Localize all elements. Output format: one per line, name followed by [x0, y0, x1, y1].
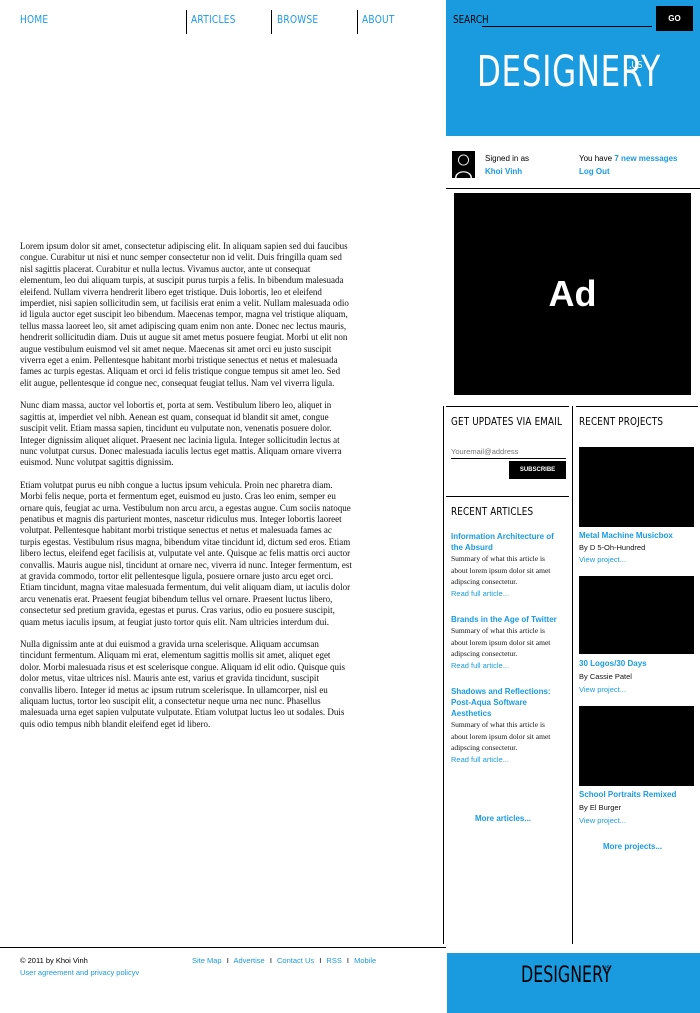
nav-divider: [271, 10, 272, 34]
header-panel: SEARCH GO DESIGNERY .US: [446, 0, 700, 136]
search-input[interactable]: [482, 10, 652, 27]
footer-link-rss[interactable]: RSS: [326, 956, 341, 965]
avatar[interactable]: [452, 151, 475, 178]
nav-divider: [186, 10, 187, 34]
nav-divider: [357, 10, 358, 34]
footer-link-contact[interactable]: Contact Us: [277, 956, 314, 965]
project-thumbnail[interactable]: [579, 447, 694, 527]
nav-home[interactable]: HOME: [20, 13, 48, 26]
divider: [446, 406, 569, 407]
footer-separator: I: [346, 956, 350, 965]
article-title-link[interactable]: Information Architecture of the Absurd: [451, 531, 563, 553]
subscribe-button[interactable]: SUBSCRIBE: [509, 461, 566, 479]
footer-separator: I: [269, 956, 272, 965]
divider: [446, 188, 700, 189]
footer-link-sitemap[interactable]: Site Map: [192, 956, 222, 965]
updates-title: GET UPDATES VIA EMAIL: [451, 415, 563, 428]
article-body: Lorem ipsum dolor sit amet, consectetur …: [20, 241, 352, 730]
footer-logo-suffix: US: [603, 965, 610, 972]
sidebar-left-border: [443, 406, 444, 944]
recent-articles-title: RECENT ARTICLES: [451, 505, 534, 518]
user-name-link[interactable]: Khoi Vinh: [485, 167, 522, 176]
article-summary: Summary of what this article is about lo…: [451, 554, 551, 586]
footer-separator: I: [226, 956, 229, 965]
read-article-link[interactable]: Read full article...: [451, 660, 563, 672]
logo-suffix: .US: [629, 60, 643, 71]
project-thumbnail[interactable]: [579, 706, 694, 786]
ad-block[interactable]: Ad: [454, 193, 691, 395]
footer-link-advertise[interactable]: Advertise: [233, 956, 264, 965]
project-title-link[interactable]: Metal Machine Musicbox: [579, 531, 673, 540]
article-paragraph: Lorem ipsum dolor sit amet, consectetur …: [20, 241, 349, 388]
project-title-link[interactable]: 30 Logos/30 Days: [579, 659, 647, 668]
divider: [576, 406, 698, 407]
user-panel: Signed in as Khoi Vinh You have 7 new me…: [446, 136, 700, 188]
email-input[interactable]: [451, 445, 566, 459]
copyright: © 2011 by Khoi Vinh: [20, 956, 88, 965]
recent-projects-title: RECENT PROJECTS: [579, 415, 664, 428]
project-author: By Cassie Patel: [579, 672, 632, 681]
list-item: Brands in the Age of Twitter Summary of …: [451, 614, 563, 671]
read-article-link[interactable]: Read full article...: [451, 754, 563, 766]
footer-divider: [0, 947, 446, 948]
ad-label: Ad: [548, 273, 597, 314]
more-articles-link[interactable]: More articles...: [475, 814, 531, 823]
logo-text: DESIGNERY: [477, 47, 661, 97]
more-projects-link[interactable]: More projects...: [603, 842, 662, 851]
list-item: Shadows and Reflections: Post-Aqua Softw…: [451, 686, 563, 765]
privacy-link[interactable]: User agreement and privacy policyv: [20, 968, 139, 977]
footer-logo[interactable]: DESIGNERY US: [521, 963, 647, 989]
messages-link[interactable]: 7 new messages: [614, 154, 677, 163]
project-title-link[interactable]: School Portraits Remixed: [579, 790, 676, 799]
footer-links: Site Map I Advertise I Contact Us I RSS …: [192, 956, 376, 965]
article-title-link[interactable]: Shadows and Reflections: Post-Aqua Softw…: [451, 686, 563, 719]
footer-logo-text: DESIGNERY: [521, 963, 612, 988]
view-project-link[interactable]: View project...: [579, 685, 626, 694]
list-item: Information Architecture of the Absurd S…: [451, 531, 563, 599]
project-thumbnail[interactable]: [579, 576, 694, 654]
article-paragraph: Etiam volutpat purus eu nibh congue a lu…: [20, 479, 352, 627]
footer-separator: I: [319, 956, 322, 965]
avatar-silhouette-icon: [452, 151, 475, 178]
nav-browse[interactable]: BROWSE: [277, 13, 318, 26]
site-logo[interactable]: DESIGNERY .US: [477, 47, 661, 108]
messages-prefix: You have: [579, 154, 613, 163]
read-article-link[interactable]: Read full article...: [451, 588, 563, 600]
view-project-link[interactable]: View project...: [579, 555, 626, 564]
recent-articles-list: Information Architecture of the Absurd S…: [451, 531, 563, 765]
article-summary: Summary of what this article is about lo…: [451, 626, 551, 658]
project-author: By D 5-Oh-Hundred: [579, 543, 646, 552]
view-project-link[interactable]: View project...: [579, 816, 626, 825]
messages-line: You have 7 new messages: [579, 154, 677, 163]
logout-link[interactable]: Log Out: [579, 167, 610, 176]
article-paragraph: Nulla dignissim ante at dui euismod a gr…: [20, 639, 345, 729]
search-go-button[interactable]: GO: [656, 6, 693, 31]
sidebar-column-divider: [572, 406, 573, 944]
article-paragraph: Nunc diam massa, auctor vel lobortis et,…: [20, 400, 342, 468]
top-nav: HOME ARTICLES BROWSE ABOUT: [0, 0, 446, 34]
project-author: By El Burger: [579, 803, 622, 812]
article-summary: Summary of what this article is about lo…: [451, 720, 551, 752]
nav-about[interactable]: ABOUT: [362, 13, 395, 26]
article-title-link[interactable]: Brands in the Age of Twitter: [451, 614, 563, 625]
nav-articles[interactable]: ARTICLES: [191, 13, 236, 26]
footer-logo-panel: DESIGNERY US: [447, 953, 700, 1013]
footer-link-mobile[interactable]: Mobile: [354, 956, 376, 965]
signed-in-label: Signed in as: [485, 154, 530, 163]
divider: [446, 496, 569, 497]
